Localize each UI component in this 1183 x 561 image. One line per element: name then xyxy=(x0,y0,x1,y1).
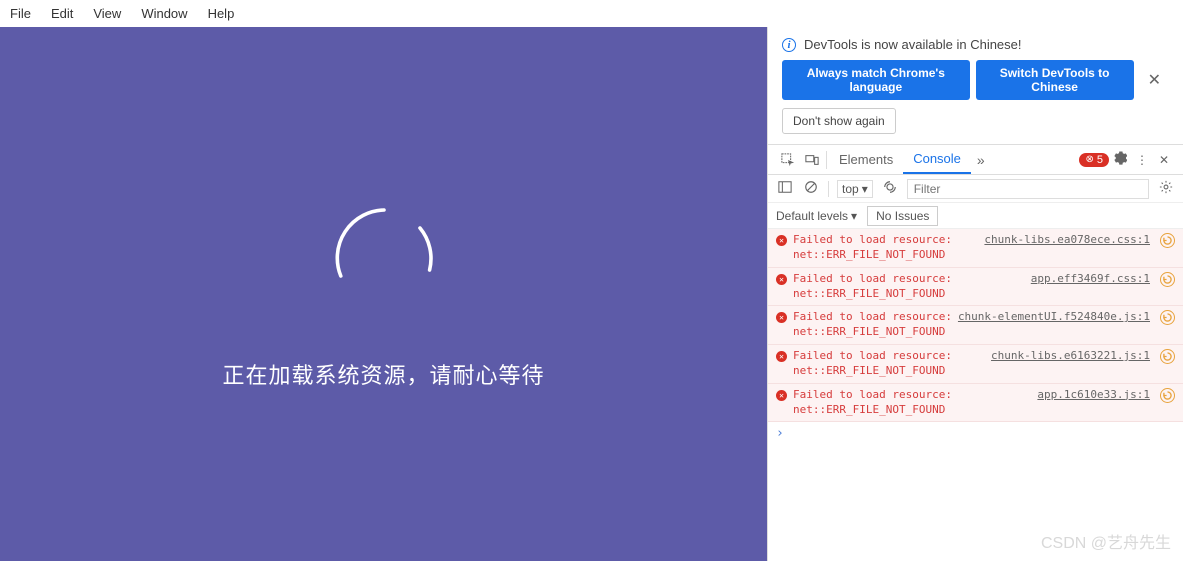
devtools-close-icon[interactable]: ✕ xyxy=(1153,153,1175,167)
error-source-link[interactable]: chunk-libs.e6163221.js:1 xyxy=(991,349,1150,362)
vm-icon[interactable] xyxy=(1160,233,1175,248)
vm-icon[interactable] xyxy=(1160,310,1175,325)
chevron-down-icon: ▾ xyxy=(851,209,857,223)
more-tabs-icon[interactable]: » xyxy=(971,152,991,168)
error-message: Failed to load resource: net::ERR_FILE_N… xyxy=(793,272,1025,302)
always-match-language-button[interactable]: Always match Chrome's language xyxy=(782,60,970,100)
menu-edit[interactable]: Edit xyxy=(41,4,83,23)
devtools-locale-banner: i DevTools is now available in Chinese! … xyxy=(768,27,1183,145)
error-message: Failed to load resource: net::ERR_FILE_N… xyxy=(793,388,1031,418)
error-count-badge[interactable]: 5 xyxy=(1079,153,1109,167)
app-menubar: File Edit View Window Help xyxy=(0,0,1183,27)
console-error-row: ✕ Failed to load resource: net::ERR_FILE… xyxy=(768,229,1183,268)
tab-console[interactable]: Console xyxy=(903,145,971,174)
gear-icon[interactable] xyxy=(1109,151,1131,168)
error-icon: ✕ xyxy=(776,235,787,246)
device-toggle-icon[interactable] xyxy=(800,145,824,174)
menu-view[interactable]: View xyxy=(83,4,131,23)
error-message: Failed to load resource: net::ERR_FILE_N… xyxy=(793,349,985,379)
context-selector[interactable]: top ▾ xyxy=(837,180,873,198)
vm-icon[interactable] xyxy=(1160,388,1175,403)
console-error-row: ✕ Failed to load resource: net::ERR_FILE… xyxy=(768,345,1183,384)
console-error-row: ✕ Failed to load resource: net::ERR_FILE… xyxy=(768,384,1183,423)
issues-button[interactable]: No Issues xyxy=(867,206,938,226)
loading-spinner xyxy=(324,198,444,318)
banner-message: DevTools is now available in Chinese! xyxy=(804,37,1022,52)
error-icon: ✕ xyxy=(776,274,787,285)
info-icon: i xyxy=(782,38,796,52)
vm-icon[interactable] xyxy=(1160,272,1175,287)
clear-console-icon[interactable] xyxy=(802,180,820,197)
sidebar-toggle-icon[interactable] xyxy=(776,180,794,197)
console-prompt[interactable]: › xyxy=(768,422,1183,445)
error-message: Failed to load resource: net::ERR_FILE_N… xyxy=(793,310,952,340)
error-source-link[interactable]: app.eff3469f.css:1 xyxy=(1031,272,1150,285)
devtools-tab-bar: Elements Console » 5 ⋮ ✕ xyxy=(768,145,1183,175)
console-settings-icon[interactable] xyxy=(1157,180,1175,197)
console-toolbar-secondary: Default levels ▾ No Issues xyxy=(768,203,1183,229)
chevron-down-icon: ▾ xyxy=(862,182,868,196)
kebab-menu-icon[interactable]: ⋮ xyxy=(1131,153,1153,167)
menu-file[interactable]: File xyxy=(0,4,41,23)
console-output: ✕ Failed to load resource: net::ERR_FILE… xyxy=(768,229,1183,561)
error-message: Failed to load resource: net::ERR_FILE_N… xyxy=(793,233,978,263)
error-source-link[interactable]: chunk-libs.ea078ece.css:1 xyxy=(984,233,1150,246)
inspect-icon[interactable] xyxy=(776,145,800,174)
error-icon: ✕ xyxy=(776,312,787,323)
tab-elements[interactable]: Elements xyxy=(829,145,903,174)
dont-show-again-button[interactable]: Don't show again xyxy=(782,108,896,134)
switch-to-chinese-button[interactable]: Switch DevTools to Chinese xyxy=(976,60,1134,100)
app-viewport: 正在加载系统资源，请耐心等待 xyxy=(0,27,767,561)
devtools-panel: i DevTools is now available in Chinese! … xyxy=(767,27,1183,561)
error-source-link[interactable]: app.1c610e33.js:1 xyxy=(1037,388,1150,401)
vm-icon[interactable] xyxy=(1160,349,1175,364)
loading-text: 正在加载系统资源，请耐心等待 xyxy=(222,358,544,390)
log-levels-selector[interactable]: Default levels ▾ xyxy=(776,209,857,223)
console-toolbar: top ▾ xyxy=(768,175,1183,203)
menu-help[interactable]: Help xyxy=(198,4,245,23)
console-error-row: ✕ Failed to load resource: net::ERR_FILE… xyxy=(768,306,1183,345)
live-expression-icon[interactable] xyxy=(881,180,899,197)
filter-input[interactable] xyxy=(907,179,1149,199)
error-icon: ✕ xyxy=(776,390,787,401)
console-error-row: ✕ Failed to load resource: net::ERR_FILE… xyxy=(768,268,1183,307)
error-source-link[interactable]: chunk-elementUI.f524840e.js:1 xyxy=(958,310,1150,323)
menu-window[interactable]: Window xyxy=(131,4,197,23)
close-icon[interactable]: ✕ xyxy=(1140,70,1169,90)
error-icon: ✕ xyxy=(776,351,787,362)
